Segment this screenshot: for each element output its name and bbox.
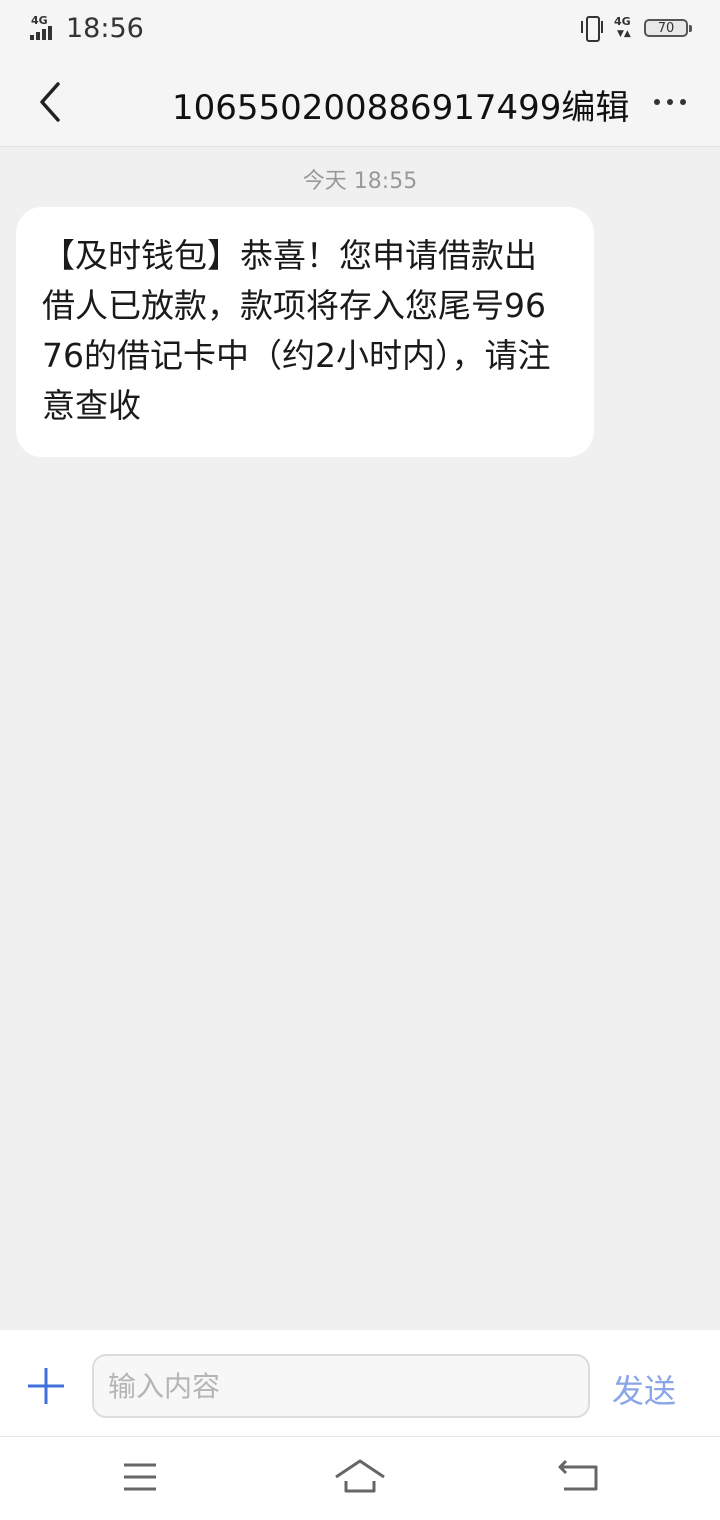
system-navigation-bar [0, 1437, 720, 1520]
chevron-left-icon [40, 82, 60, 122]
battery-level: 70 [657, 20, 675, 36]
mobile-data-icon: 4G ▼▲ [614, 15, 631, 39]
battery-icon: 70 [644, 19, 692, 37]
received-message-bubble[interactable]: 【及时钱包】恭喜！您申请借款出借人已放款，款项将存入您尾号9676的借记卡中（约… [16, 207, 594, 457]
contact-title[interactable]: 10655020088691749​9编辑 [172, 80, 629, 129]
nav-home-button[interactable] [330, 1451, 390, 1501]
status-right: 4G ▼▲ 70 [580, 12, 692, 44]
more-options-button[interactable] [646, 78, 694, 126]
conversation-header: 10655020088691749​9编辑 [0, 58, 720, 147]
more-dots-icon [654, 99, 660, 105]
message-input[interactable] [92, 1354, 590, 1418]
status-left: 4G 18:56 [28, 10, 144, 46]
send-button[interactable]: 发送 [612, 1366, 702, 1410]
add-attachment-button[interactable] [24, 1364, 68, 1408]
status-bar: 4G 18:56 4G ▼▲ 70 [0, 0, 720, 58]
message-timestamp: 今天 18:55 [302, 169, 418, 194]
back-icon [558, 1459, 598, 1491]
cellular-signal-icon: 4G [28, 14, 58, 42]
composer-bar: 发送 [0, 1330, 720, 1437]
message-list[interactable]: 今天 18:55 【及时钱包】恭喜！您申请借款出借人已放款，款项将存入您尾号96… [0, 147, 720, 1330]
vibrate-icon [580, 15, 604, 42]
back-button[interactable] [28, 78, 76, 126]
home-icon [335, 1459, 385, 1493]
nav-back-button[interactable] [550, 1451, 610, 1501]
status-time: 18:56 [66, 12, 144, 44]
network-type-label: 4G [614, 15, 631, 28]
menu-icon [124, 1463, 156, 1491]
plus-icon [28, 1368, 64, 1404]
nav-menu-button[interactable] [110, 1451, 170, 1501]
